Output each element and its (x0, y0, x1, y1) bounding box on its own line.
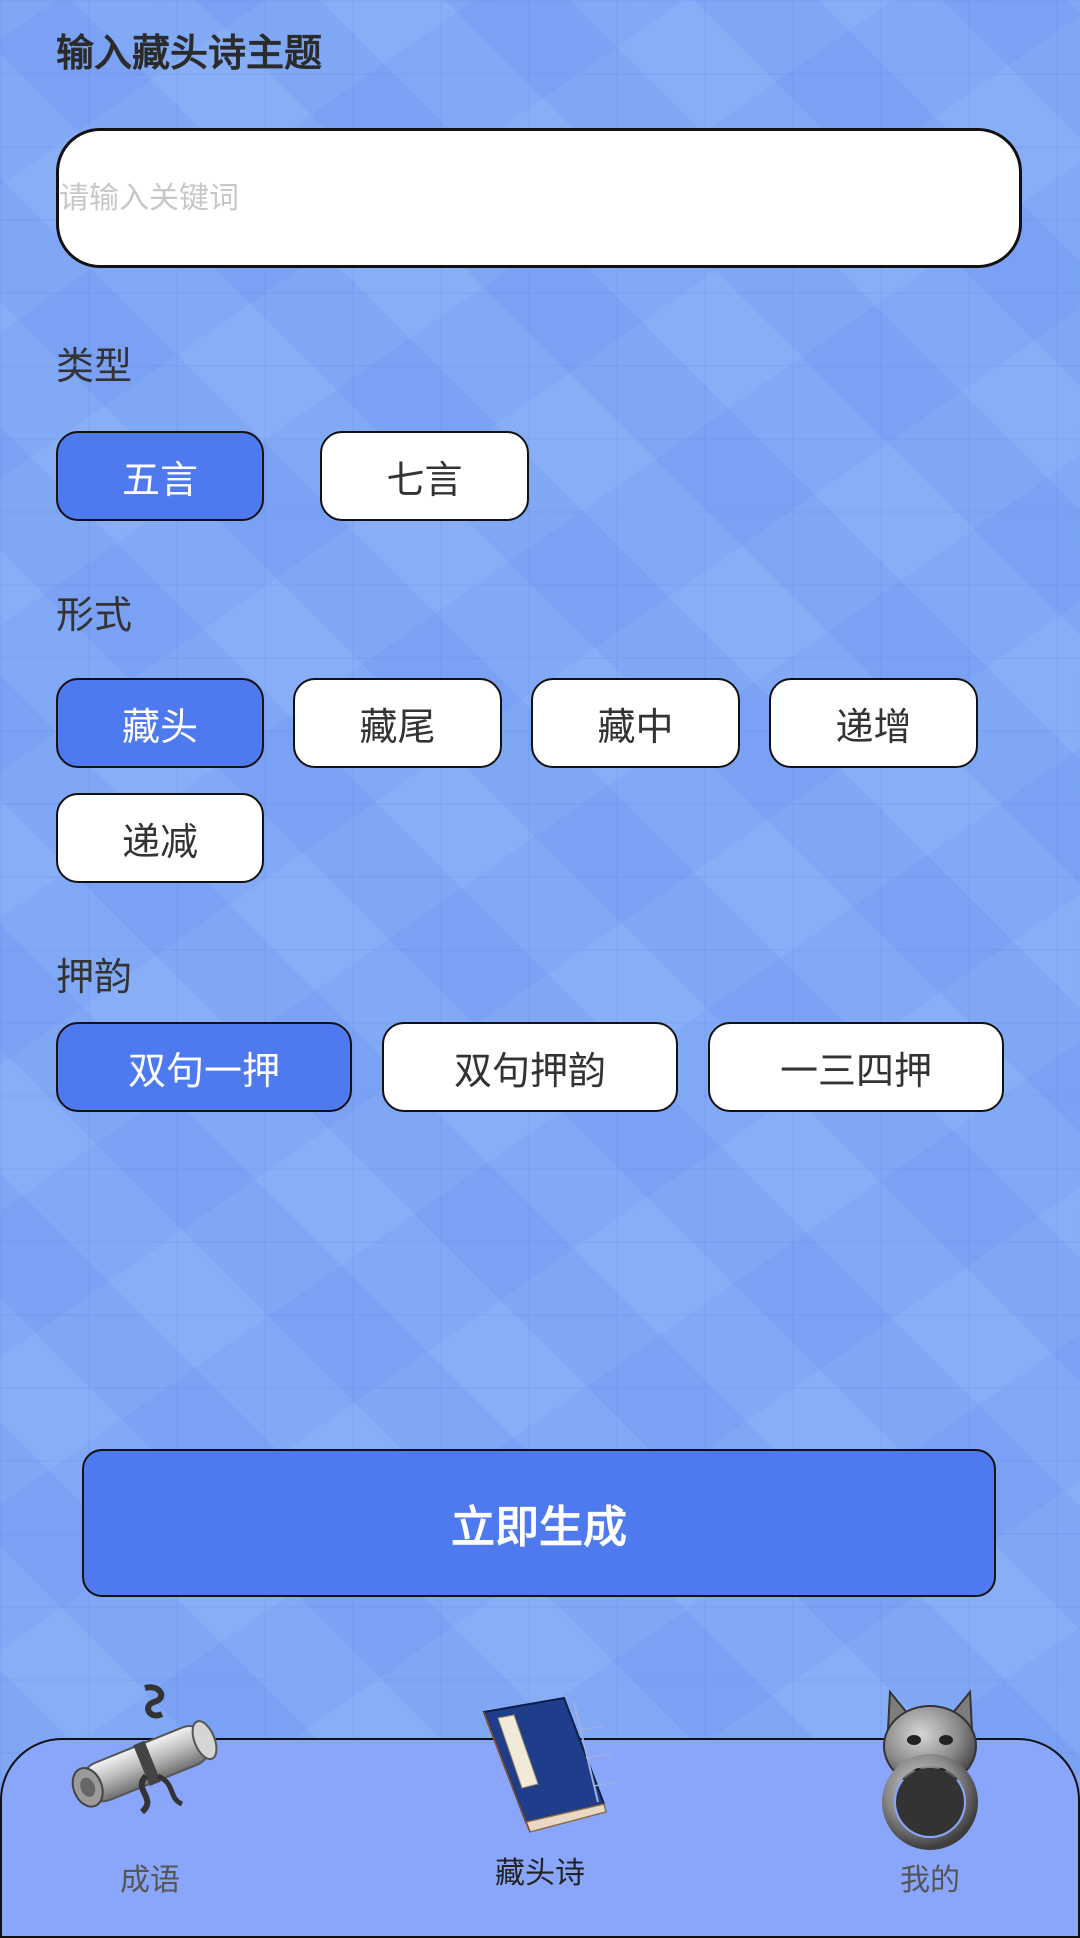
type-section-label: 类型 (56, 344, 133, 388)
type-option-seven[interactable]: 七言 (320, 431, 529, 521)
keyword-input[interactable] (56, 128, 1022, 268)
rhyme-option-2[interactable]: 双句押韵 (382, 1022, 678, 1112)
rhyme-section-label: 押韵 (56, 955, 133, 999)
form-option-decrease[interactable]: 递减 (56, 793, 264, 883)
scroll-icon (71, 1684, 218, 1815)
form-option-head[interactable]: 藏头 (56, 678, 264, 768)
tab-idiom[interactable]: 成语 (40, 1680, 260, 1900)
tab-label-mine: 我的 (900, 1863, 960, 1898)
tab-mine[interactable]: 我的 (820, 1680, 1040, 1900)
generate-button[interactable]: 立即生成 (82, 1449, 996, 1597)
form-option-increase[interactable]: 递增 (769, 678, 978, 768)
book-icon (482, 1696, 617, 1833)
tab-acrostic-poem[interactable]: 藏头诗 (430, 1680, 650, 1900)
type-option-five[interactable]: 五言 (56, 431, 264, 521)
rhyme-option-1[interactable]: 双句一押 (56, 1022, 352, 1112)
page-title: 输入藏头诗主题 (56, 31, 323, 75)
tab-label-acrostic-poem: 藏头诗 (495, 1856, 585, 1891)
rhyme-option-3[interactable]: 一三四押 (708, 1022, 1004, 1112)
form-option-middle[interactable]: 藏中 (531, 678, 740, 768)
tab-label-idiom: 成语 (120, 1863, 180, 1898)
form-section-label: 形式 (56, 593, 133, 637)
door-knocker-icon (882, 1689, 978, 1850)
form-option-tail[interactable]: 藏尾 (293, 678, 502, 768)
